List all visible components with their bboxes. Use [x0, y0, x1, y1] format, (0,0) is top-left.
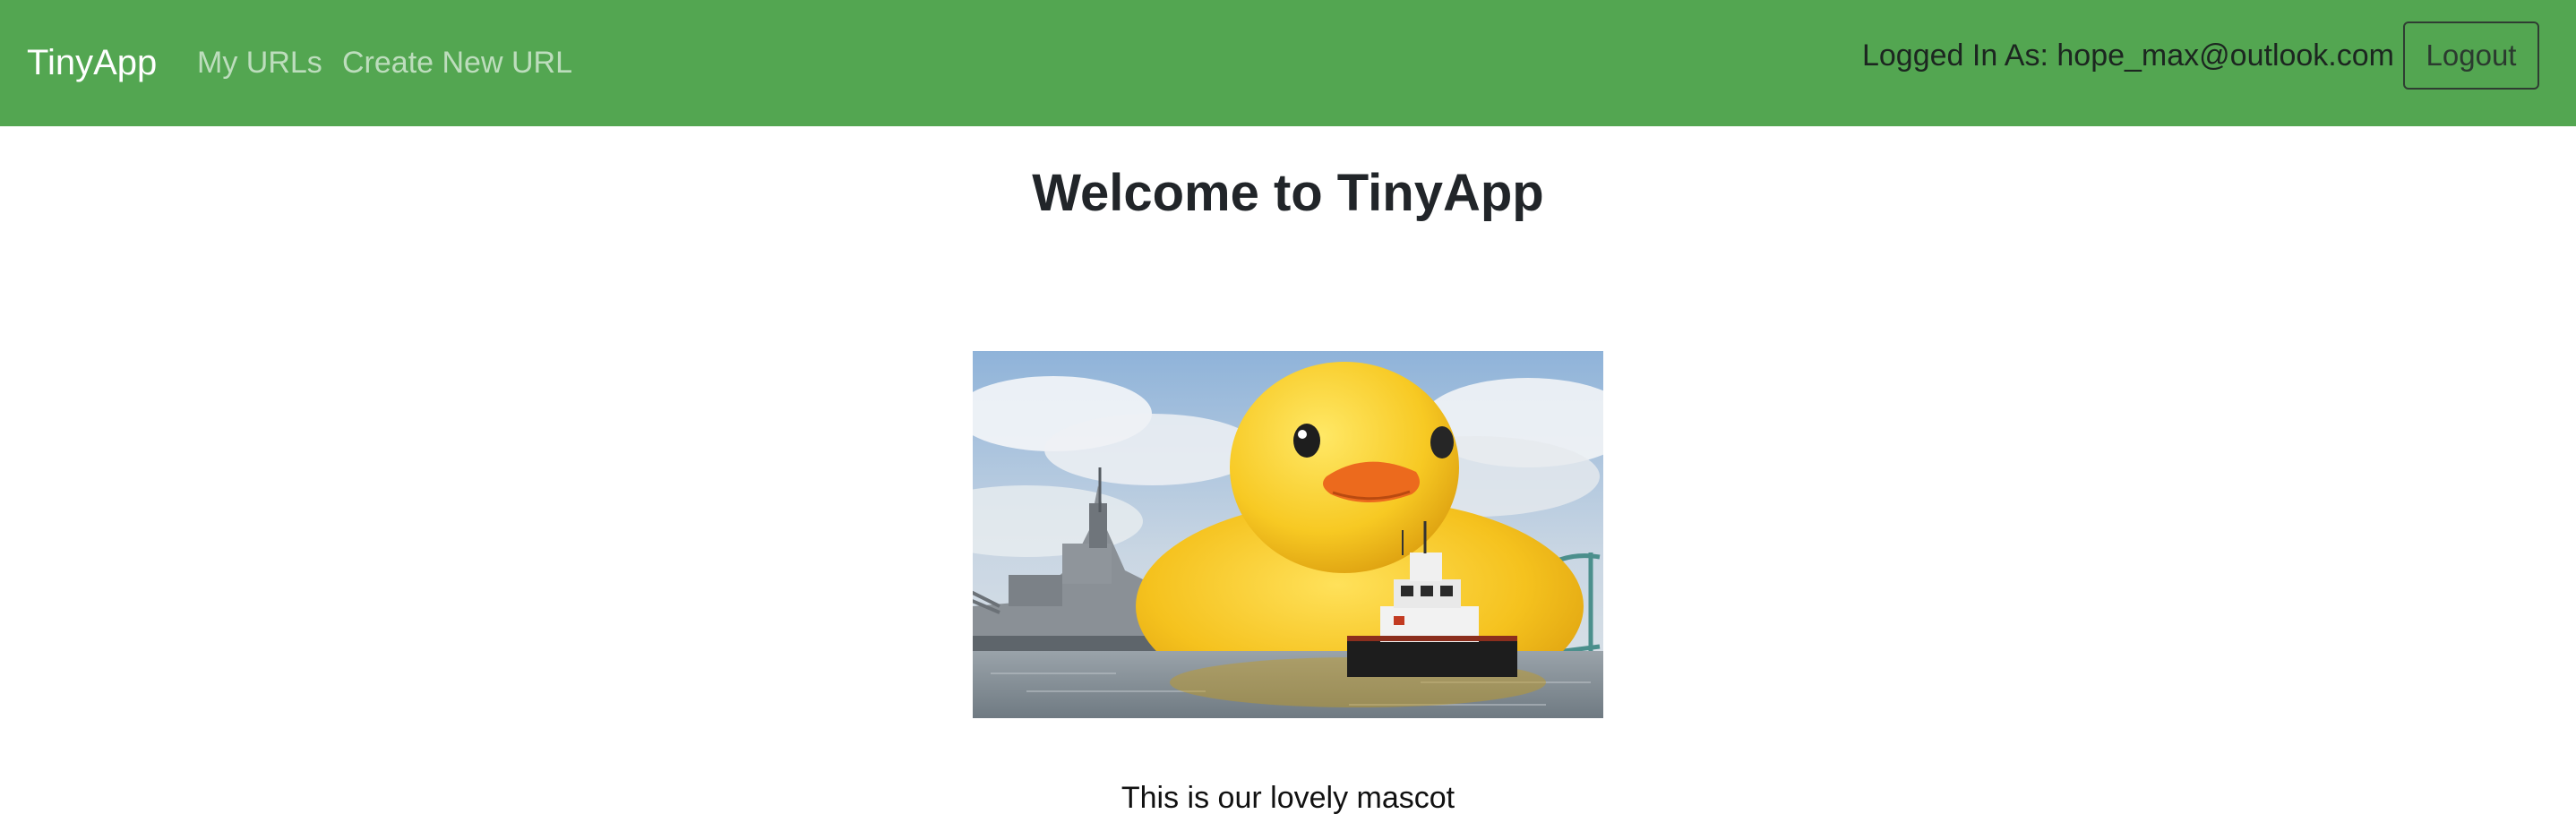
brand-link[interactable]: TinyApp	[27, 40, 157, 85]
nav-create-new-url-link[interactable]: Create New URL	[342, 43, 572, 82]
page-title: Welcome to TinyApp	[1032, 164, 1544, 222]
logged-in-status: Logged In As: hope_max@outlook.com	[1861, 39, 2394, 73]
mascot-image	[973, 351, 1603, 718]
nav-my-urls-link[interactable]: My URLs	[197, 43, 322, 82]
logout-button[interactable]: Logout	[2403, 21, 2539, 90]
mascot-caption: This is our lovely mascot	[1121, 781, 1455, 815]
top-navbar: TinyApp My URLs Create New URL Logged In…	[0, 0, 2576, 126]
